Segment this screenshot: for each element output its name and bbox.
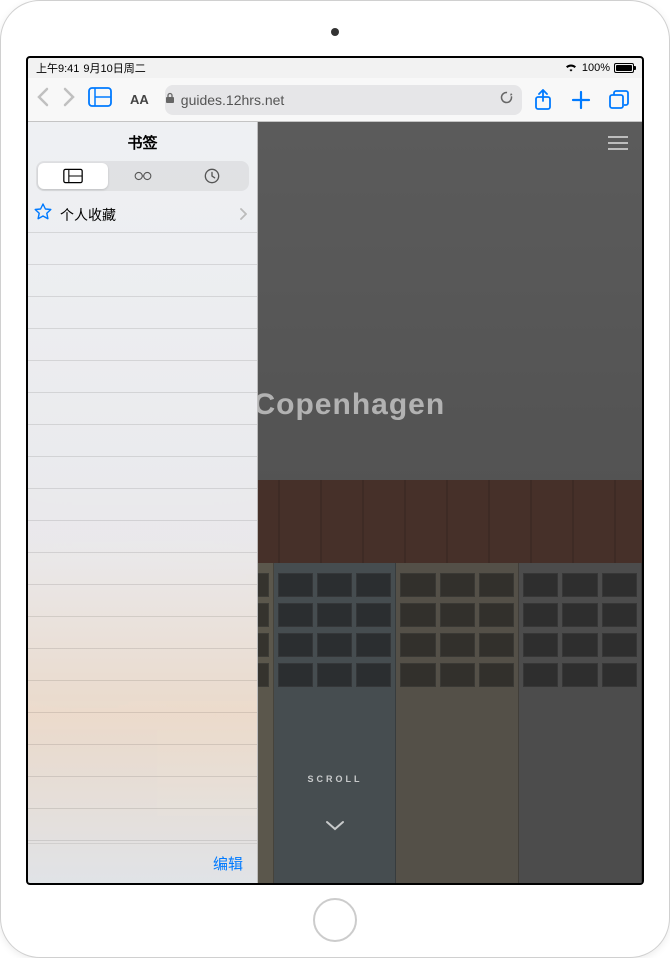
sidebar-title: 书签 (28, 122, 257, 161)
list-item (28, 521, 257, 553)
home-button[interactable] (313, 898, 357, 942)
reload-icon[interactable] (499, 90, 514, 109)
list-item (28, 617, 257, 649)
bookmark-list[interactable]: 个人收藏 (28, 197, 257, 843)
sidebar-footer: 编辑 (28, 843, 257, 883)
address-bar[interactable]: guides.12hrs.net (165, 85, 522, 115)
list-item (28, 393, 257, 425)
list-item (28, 233, 257, 265)
chevron-right-icon (239, 207, 247, 223)
tab-reading-list[interactable] (108, 163, 178, 189)
list-item (28, 265, 257, 297)
back-button[interactable] (36, 87, 50, 113)
list-item (28, 425, 257, 457)
content-area: n Copenhagen SCROLL 书签 (28, 122, 642, 883)
tabs-button[interactable] (608, 89, 630, 111)
screen: 上午9:41 9月10日周二 100% (26, 56, 644, 885)
list-item (28, 361, 257, 393)
list-item (28, 457, 257, 489)
status-date: 9月10日周二 (83, 60, 145, 76)
segmented-control (36, 161, 249, 191)
battery-icon (614, 63, 634, 73)
hamburger-icon[interactable] (608, 136, 628, 150)
tab-history[interactable] (177, 163, 247, 189)
list-item (28, 329, 257, 361)
safari-toolbar: AA guides.12hrs.net (28, 78, 642, 122)
list-item (28, 649, 257, 681)
camera-dot (331, 28, 339, 36)
list-item (28, 585, 257, 617)
edit-button[interactable]: 编辑 (213, 853, 243, 874)
text-size-button[interactable]: AA (124, 92, 155, 107)
wifi-icon (564, 62, 578, 75)
star-icon (34, 203, 52, 226)
list-item (28, 809, 257, 841)
lock-icon (165, 92, 175, 107)
status-time: 上午9:41 (36, 60, 79, 76)
battery-pct: 100% (582, 62, 610, 74)
tab-bookmarks[interactable] (38, 163, 108, 189)
forward-button[interactable] (62, 87, 76, 113)
bookmarks-sidebar: 书签 (28, 122, 258, 883)
list-item (28, 713, 257, 745)
list-item (28, 297, 257, 329)
list-item (28, 745, 257, 777)
url-text: guides.12hrs.net (181, 92, 285, 108)
list-item (28, 553, 257, 585)
status-bar: 上午9:41 9月10日周二 100% (28, 58, 642, 78)
chevron-down-icon[interactable] (325, 819, 345, 837)
list-item (28, 489, 257, 521)
list-item (28, 681, 257, 713)
share-button[interactable] (532, 89, 554, 111)
favorites-row[interactable]: 个人收藏 (28, 197, 257, 233)
ipad-frame: 上午9:41 9月10日周二 100% (0, 0, 670, 958)
list-item (28, 777, 257, 809)
favorites-label: 个人收藏 (60, 205, 116, 225)
new-tab-button[interactable] (570, 89, 592, 111)
bookmarks-button[interactable] (82, 87, 118, 113)
